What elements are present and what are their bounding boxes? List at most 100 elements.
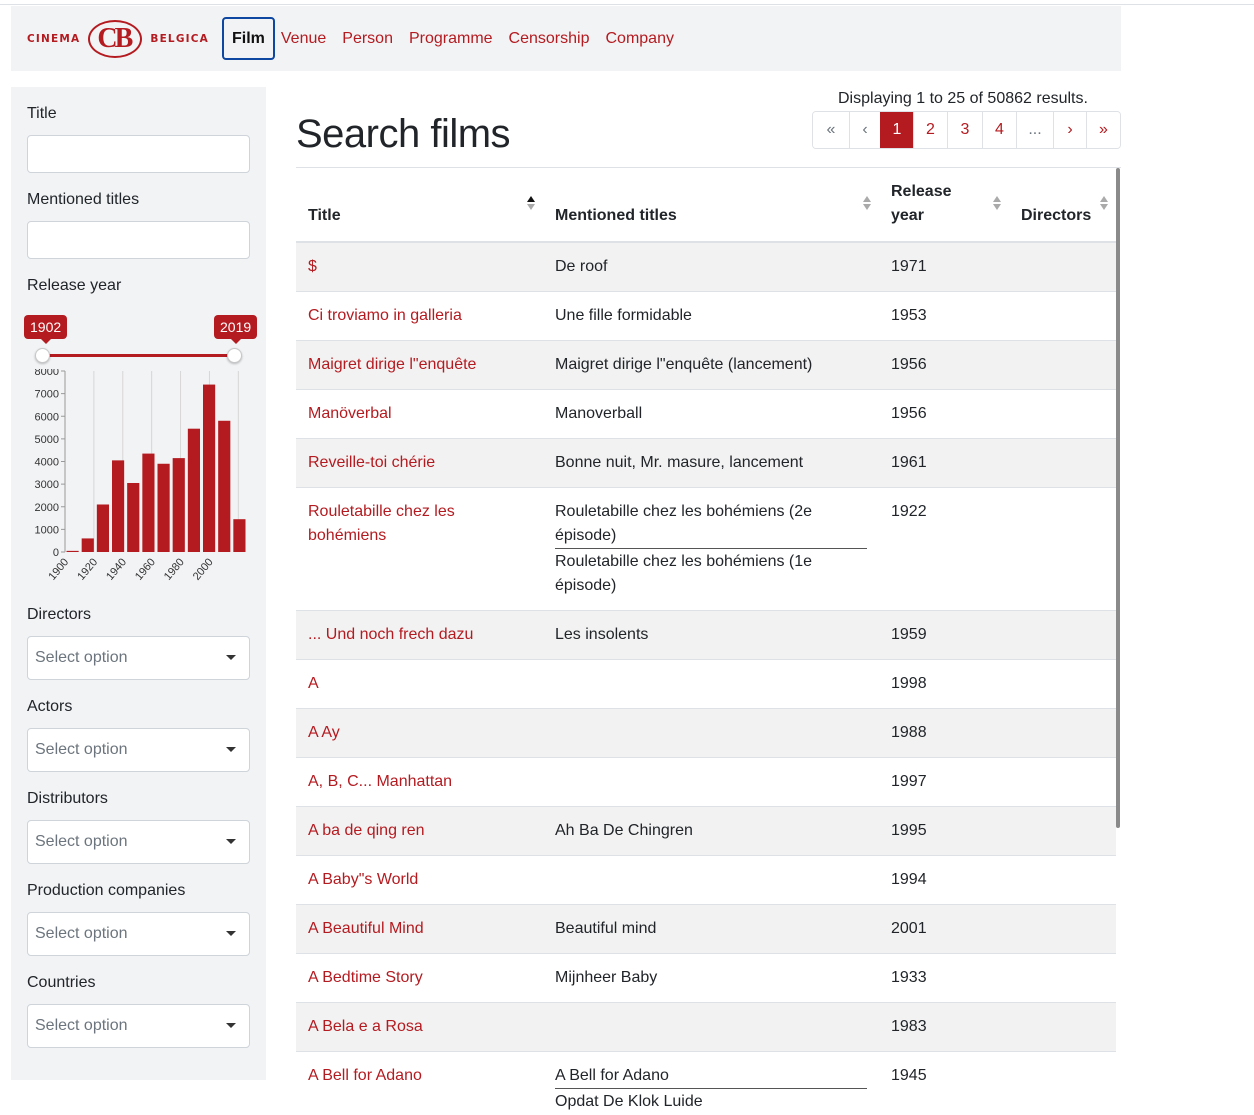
- pagination-next[interactable]: ›: [1053, 112, 1086, 148]
- cell-release-year: 1961: [879, 438, 1009, 488]
- nav-company[interactable]: Company: [597, 19, 681, 59]
- sort-icon[interactable]: [1100, 196, 1108, 210]
- film-title-link[interactable]: A, B, C... Manhattan: [308, 773, 452, 790]
- production-companies-select[interactable]: Select option: [27, 912, 250, 956]
- cell-directors: [1009, 610, 1116, 660]
- pagination-prev[interactable]: ‹: [849, 112, 880, 148]
- column-header-title[interactable]: Title: [296, 168, 543, 243]
- pagination-last[interactable]: »: [1086, 112, 1120, 148]
- actors-select[interactable]: Select option: [27, 728, 250, 772]
- chevron-down-icon: [226, 1023, 236, 1028]
- actors-select-value: Select option: [35, 741, 128, 758]
- chevron-down-icon: [226, 655, 236, 660]
- histogram-bar: [172, 458, 185, 552]
- column-header-directors[interactable]: Directors: [1009, 168, 1116, 243]
- column-header-mentioned[interactable]: Mentioned titles: [543, 168, 879, 243]
- mentioned-filter-input[interactable]: [27, 221, 250, 259]
- sort-icon[interactable]: [993, 196, 1001, 210]
- film-title-link[interactable]: Ci troviamo in galleria: [308, 307, 462, 324]
- histogram-x-tick-label: 1980: [162, 556, 187, 582]
- table-header-row: Title Mentioned titles Release year Dire…: [296, 168, 1116, 243]
- cell-title: A Bela e a Rosa: [296, 1002, 543, 1052]
- film-title-link[interactable]: Manöverbal: [308, 405, 392, 422]
- mentioned-filter-label: Mentioned titles: [27, 191, 140, 208]
- film-title-link[interactable]: A ba de qing ren: [308, 822, 425, 839]
- cell-directors: [1009, 291, 1116, 341]
- cell-mentioned-titles: [543, 1002, 879, 1052]
- nav-person[interactable]: Person: [334, 19, 401, 59]
- cell-release-year: 1983: [879, 1002, 1009, 1052]
- film-title-link[interactable]: Reveille-toi chérie: [308, 454, 435, 471]
- directors-select-value: Select option: [35, 649, 128, 666]
- column-header-release-year[interactable]: Release year: [879, 168, 1009, 243]
- histogram-bar: [96, 504, 109, 552]
- title-filter-label: Title: [27, 105, 57, 122]
- pagination-page-3[interactable]: 3: [947, 112, 982, 148]
- mentioned-title: Manoverball: [555, 405, 643, 422]
- cell-release-year: 1953: [879, 291, 1009, 341]
- pagination-page-1[interactable]: 1: [880, 112, 913, 148]
- cell-mentioned-titles: [543, 757, 879, 807]
- table-row: A ba de qing ren Ah Ba De Chingren 1995: [296, 806, 1116, 856]
- histogram-y-tick-label: 1000: [35, 524, 59, 536]
- mentioned-title: Mijnheer Baby: [555, 969, 658, 986]
- table-body: $ De roof 1971 Ci troviamo in galleria Une f…: [296, 241, 1116, 1115]
- nav-film[interactable]: Film: [221, 17, 275, 60]
- film-title-link[interactable]: A Bedtime Story: [308, 969, 423, 986]
- cell-mentioned-titles: Les insolents: [543, 610, 879, 660]
- nav-censorship[interactable]: Censorship: [501, 19, 598, 59]
- table-row: Reveille-toi chérie Bonne nuit, Mr. masur…: [296, 438, 1116, 488]
- pagination-page-2[interactable]: 2: [913, 112, 947, 148]
- cell-mentioned-titles: Bonne nuit, Mr. masure, lancement: [543, 438, 879, 488]
- release-year-histogram: 8000 7000 6000 5000 4000 3000 2000 1000 01900 192…: [35, 369, 246, 583]
- cell-mentioned-titles: Ah Ba De Chingren: [543, 806, 879, 856]
- table-row: A Bedtime Story Mijnheer Baby 1933: [296, 953, 1116, 1003]
- film-title-link[interactable]: ... Und noch frech dazu: [308, 626, 473, 643]
- film-title-link[interactable]: A Ay: [308, 724, 340, 741]
- nav-venue[interactable]: Venue: [273, 19, 334, 59]
- distributors-select[interactable]: Select option: [27, 820, 250, 864]
- brand-badge: CB: [88, 19, 143, 58]
- cell-directors: [1009, 855, 1116, 905]
- pagination-page-4[interactable]: 4: [982, 112, 1016, 148]
- cell-release-year: 1956: [879, 389, 1009, 439]
- cell-title: A Baby"s World: [296, 855, 543, 905]
- table-row: ... Und noch frech dazu Les insolents 1959: [296, 610, 1116, 660]
- film-title-link[interactable]: A: [308, 675, 319, 692]
- cell-release-year: 2001: [879, 904, 1009, 954]
- countries-label: Countries: [27, 974, 96, 991]
- table-scrollbar[interactable]: [1116, 168, 1120, 828]
- nav-programme[interactable]: Programme: [401, 19, 501, 59]
- film-title-link[interactable]: A Bell for Adano: [308, 1067, 422, 1084]
- cell-title: A, B, C... Manhattan: [296, 757, 543, 807]
- brand-logo[interactable]: CINEMA CB BELGICA: [27, 19, 209, 58]
- title-filter-input[interactable]: [27, 135, 250, 173]
- cell-directors: [1009, 241, 1116, 292]
- film-title-link[interactable]: Rouletabille chez les bohémiens: [308, 503, 455, 544]
- year-max-handle[interactable]: [227, 348, 242, 363]
- histogram-y-tick-label: 5000: [35, 434, 59, 446]
- results-table-container[interactable]: Title Mentioned titles Release year Dire…: [296, 167, 1121, 1115]
- cell-title: Manöverbal: [296, 389, 543, 439]
- year-min-handle[interactable]: [35, 348, 50, 363]
- pagination: « ‹ 1 2 3 4 ... › »: [812, 111, 1121, 149]
- film-title-link[interactable]: A Bela e a Rosa: [308, 1018, 423, 1035]
- directors-select[interactable]: Select option: [27, 636, 250, 680]
- sort-icon[interactable]: [863, 196, 871, 210]
- pagination-ellipsis: ...: [1016, 112, 1053, 148]
- film-title-link[interactable]: $: [308, 258, 317, 275]
- countries-select[interactable]: Select option: [27, 1004, 250, 1048]
- release-year-label: Release year: [27, 277, 122, 294]
- year-slider-track[interactable]: [42, 354, 234, 357]
- pagination-first[interactable]: «: [813, 112, 849, 148]
- results-count: Displaying 1 to 25 of 50862 results.: [838, 90, 1088, 107]
- table-row: A Baby"s World 1994: [296, 855, 1116, 905]
- column-directors-label: Directors: [1021, 207, 1092, 224]
- film-title-link[interactable]: Maigret dirige l"enquête: [308, 356, 476, 373]
- cell-title: A: [296, 659, 543, 709]
- film-title-link[interactable]: A Baby"s World: [308, 871, 418, 888]
- mentioned-title: Rouletabille chez les bohémiens (1e épis…: [555, 548, 867, 598]
- cell-directors: [1009, 757, 1116, 807]
- film-title-link[interactable]: A Beautiful Mind: [308, 920, 424, 937]
- sort-asc-icon[interactable]: [527, 196, 535, 210]
